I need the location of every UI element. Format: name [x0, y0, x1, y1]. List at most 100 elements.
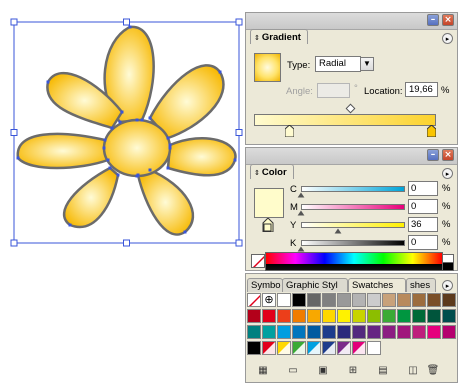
- color-swatch[interactable]: [352, 341, 366, 355]
- panel-titlebar[interactable]: – ×: [246, 148, 457, 165]
- anchor-point[interactable]: [108, 166, 112, 170]
- anchor-point[interactable]: [168, 146, 172, 150]
- none-swatch[interactable]: [247, 293, 261, 307]
- tab-swatches[interactable]: Swatches: [348, 278, 406, 292]
- anchor-point[interactable]: [128, 25, 132, 29]
- anchor-point[interactable]: [102, 146, 106, 150]
- gradient-type-select[interactable]: Radial: [315, 56, 361, 72]
- color-swatch[interactable]: [307, 293, 321, 307]
- anchor-point[interactable]: [116, 173, 120, 177]
- color-swatch[interactable]: [367, 325, 381, 339]
- new-color-group-icon[interactable]: ▤: [376, 364, 390, 378]
- gradient-slider-bar[interactable]: [254, 114, 436, 126]
- artboard[interactable]: [0, 0, 244, 390]
- new-swatch-icon[interactable]: ◫: [406, 364, 420, 378]
- color-swatch[interactable]: [337, 309, 351, 323]
- resize-handle[interactable]: [235, 18, 243, 26]
- color-swatch[interactable]: [307, 309, 321, 323]
- color-swatch[interactable]: [292, 309, 306, 323]
- color-swatch[interactable]: [337, 341, 351, 355]
- color-swatch[interactable]: [322, 309, 336, 323]
- panel-menu-icon[interactable]: ▸: [442, 280, 453, 291]
- anchor-point[interactable]: [183, 230, 187, 234]
- color-swatch[interactable]: [307, 325, 321, 339]
- color-swatch[interactable]: [382, 325, 396, 339]
- color-swatch[interactable]: [247, 325, 261, 339]
- delete-swatch-icon[interactable]: 🗑: [426, 364, 440, 378]
- channel-value-field[interactable]: 0: [408, 181, 438, 196]
- color-swatch[interactable]: [352, 293, 366, 307]
- color-swatch[interactable]: [307, 341, 321, 355]
- petal[interactable]: [136, 168, 195, 236]
- close-icon[interactable]: ×: [442, 149, 454, 161]
- flower-artwork[interactable]: [0, 0, 244, 260]
- color-swatch[interactable]: [322, 325, 336, 339]
- gradient-preview-swatch[interactable]: [254, 53, 281, 82]
- color-spectrum-bar[interactable]: [265, 252, 443, 271]
- resize-handle[interactable]: [235, 129, 243, 136]
- anchor-point[interactable]: [68, 223, 72, 227]
- panel-titlebar[interactable]: – ×: [246, 13, 457, 30]
- color-swatch[interactable]: [322, 341, 336, 355]
- color-swatch[interactable]: [337, 293, 351, 307]
- out-of-gamut-icon[interactable]: [262, 217, 274, 234]
- anchor-point[interactable]: [166, 166, 170, 170]
- resize-handle[interactable]: [10, 18, 18, 26]
- channel-slider-track[interactable]: [301, 240, 405, 246]
- color-swatch[interactable]: [277, 341, 291, 355]
- resize-handle[interactable]: [123, 18, 130, 26]
- anchor-point[interactable]: [148, 116, 152, 120]
- location-field[interactable]: 19,66: [405, 82, 438, 97]
- color-swatch[interactable]: [367, 309, 381, 323]
- petal[interactable]: [62, 166, 120, 229]
- color-swatch[interactable]: [382, 309, 396, 323]
- minimize-icon[interactable]: –: [427, 14, 439, 26]
- gradient-stop-end[interactable]: [426, 124, 437, 139]
- anchor-point[interactable]: [166, 136, 170, 140]
- color-swatch[interactable]: [247, 341, 261, 355]
- channel-slider-track[interactable]: [301, 204, 405, 210]
- resize-handle[interactable]: [235, 239, 243, 247]
- color-swatch[interactable]: [412, 309, 426, 323]
- anchor-point[interactable]: [16, 156, 20, 160]
- registration-swatch[interactable]: ⊕: [262, 293, 276, 307]
- fill-color-swatch[interactable]: [254, 188, 284, 218]
- color-swatch[interactable]: [322, 293, 336, 307]
- channel-slider-track[interactable]: [301, 222, 405, 228]
- anchor-point[interactable]: [118, 120, 122, 124]
- color-swatch[interactable]: [292, 293, 306, 307]
- color-swatch[interactable]: [427, 293, 441, 307]
- color-swatch[interactable]: [262, 309, 276, 323]
- anchor-point[interactable]: [233, 158, 237, 162]
- color-swatch[interactable]: [262, 325, 276, 339]
- color-swatch[interactable]: [427, 325, 441, 339]
- anchor-point[interactable]: [46, 80, 50, 84]
- flower-center[interactable]: [102, 118, 172, 178]
- color-swatch[interactable]: [352, 309, 366, 323]
- anchor-point[interactable]: [218, 70, 222, 74]
- channel-value-field[interactable]: 0: [408, 199, 438, 214]
- show-kinds-icon[interactable]: ▭: [286, 364, 300, 378]
- color-swatch[interactable]: [412, 293, 426, 307]
- anchor-point[interactable]: [135, 174, 139, 178]
- tab-color[interactable]: ⇕ Color: [250, 164, 294, 179]
- channel-value-field[interactable]: 0: [408, 235, 438, 250]
- resize-handle[interactable]: [10, 129, 18, 136]
- minimize-icon[interactable]: –: [427, 149, 439, 161]
- anchor-point[interactable]: [148, 168, 152, 172]
- color-swatch[interactable]: [277, 325, 291, 339]
- color-swatch[interactable]: [277, 293, 291, 307]
- petal[interactable]: [166, 136, 237, 177]
- color-swatch[interactable]: [397, 325, 411, 339]
- color-swatch[interactable]: [382, 293, 396, 307]
- channel-value-field[interactable]: 36: [408, 217, 438, 232]
- angle-field[interactable]: [317, 83, 350, 98]
- tab-graphic-styles[interactable]: Graphic Styl: [282, 278, 348, 292]
- anchor-point[interactable]: [135, 118, 139, 122]
- color-swatch[interactable]: [367, 341, 381, 355]
- close-icon[interactable]: ×: [442, 14, 454, 26]
- color-swatch[interactable]: [442, 293, 456, 307]
- tab-symbols[interactable]: Symbo: [247, 278, 283, 292]
- panel-menu-icon[interactable]: ▸: [442, 168, 453, 179]
- color-swatch[interactable]: [292, 341, 306, 355]
